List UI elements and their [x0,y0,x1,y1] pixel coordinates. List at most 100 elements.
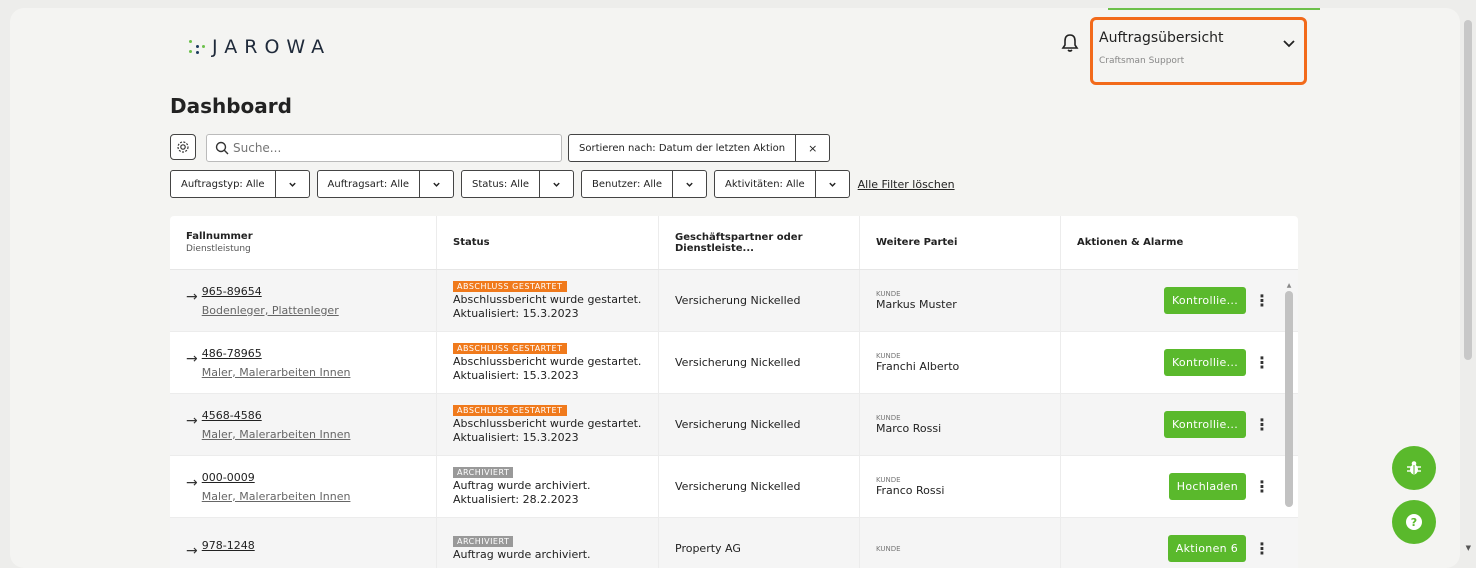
status-badge: ABSCHLUSS GESTARTET [453,342,567,354]
status-badge: ABSCHLUSS GESTARTET [453,404,567,416]
table-row[interactable]: → 486-78965 Maler, Malerarbeiten Innen A… [170,332,1298,394]
case-number-link[interactable]: 965-89654 [202,285,339,298]
partner-cell: Versicherung Nickelled [659,270,860,331]
app-window: JAROWA Auftragsübersicht Craftsman Suppo… [10,8,1460,568]
partner-cell: Versicherung Nickelled [659,332,860,393]
search-input[interactable] [233,141,533,155]
party-cell: KUNDE Franco Rossi [860,456,1061,517]
service-link[interactable]: Bodenleger, Plattenleger [202,304,339,317]
party-cell: KUNDE Marco Rossi [860,394,1061,455]
scroll-down-icon[interactable]: ▼ [1466,544,1471,552]
kebab-icon[interactable]: ⋮ [1254,477,1270,496]
action-button[interactable]: Aktionen 6 [1167,535,1246,562]
jarowa-logo[interactable]: JAROWA [188,36,331,58]
filter-label: Auftragstyp: Alle [181,178,265,190]
service-link[interactable]: Maler, Malerarbeiten Innen [202,366,351,379]
search-icon [215,141,229,155]
table-scrollbar[interactable]: ▲ [1284,282,1294,568]
table-row[interactable]: → 965-89654 Bodenleger, Plattenleger ABS… [170,270,1298,332]
header-actions-label: Aktionen & Alarme [1077,237,1184,248]
actions-cell: Kontrollie... ⋮ [1061,270,1298,331]
scroll-up-icon[interactable]: ▲ [1284,282,1294,289]
window-scroll-thumb[interactable] [1464,20,1472,360]
case-number-link[interactable]: 000-0009 [202,471,351,484]
page-title: Dashboard [170,94,292,118]
bug-icon [1407,461,1421,475]
case-cell: → 000-0009 Maler, Malerarbeiten Innen [170,456,437,517]
action-button[interactable]: Kontrollie... [1163,287,1246,314]
party-cell: KUNDE Markus Muster [860,270,1061,331]
status-cell: ARCHIVIERT Auftrag wurde archiviert. Akt… [437,456,659,517]
filter-label: Aktivitäten: Alle [725,178,805,190]
chevron-down-icon[interactable] [419,171,453,197]
party-label: KUNDE [876,476,901,484]
status-updated: Aktualisiert: 15.3.2023 [453,368,579,382]
table-row[interactable]: → 4568-4586 Maler, Malerarbeiten Innen A… [170,394,1298,456]
status-updated: Aktualisiert: 28.2.2023 [453,492,579,506]
party-name: Franco Rossi [876,484,945,497]
action-button[interactable]: Hochladen [1168,473,1246,500]
actions-cell: Hochladen ⋮ [1061,456,1298,517]
column-header-party[interactable]: Weitere Partei [860,216,1061,269]
settings-button[interactable] [170,134,196,160]
bug-report-button[interactable] [1392,446,1436,490]
table-row[interactable]: → 000-0009 Maler, Malerarbeiten Innen AR… [170,456,1298,518]
chevron-down-icon[interactable] [672,171,706,197]
case-number-link[interactable]: 486-78965 [202,347,351,360]
chevron-down-icon[interactable] [814,171,849,197]
party-label: KUNDE [876,290,901,298]
action-button[interactable]: Kontrollie... [1163,411,1246,438]
search-field[interactable] [206,134,562,162]
filter-status[interactable]: Status: Alle [461,170,574,198]
bell-icon[interactable] [1060,32,1080,54]
case-number-link[interactable]: 4568-4586 [202,409,351,422]
kebab-icon[interactable]: ⋮ [1254,415,1270,434]
header-status-label: Status [453,237,490,248]
kebab-icon[interactable]: ⋮ [1254,539,1270,558]
actions-cell: Kontrollie... ⋮ [1061,332,1298,393]
account-subtitle: Craftsman Support [1099,56,1185,66]
party-name: Markus Muster [876,298,957,311]
column-header-status[interactable]: Status [437,216,659,269]
arrow-right-icon: → [186,288,198,305]
filter-auftragsart[interactable]: Auftragsart: Alle [316,170,455,198]
party-cell: KUNDE [860,518,1061,568]
filter-label: Benutzer: Alle [592,178,663,190]
chevron-down-icon[interactable] [539,171,573,197]
filter-auftragstyp[interactable]: Auftragstyp: Alle [170,170,310,198]
chevron-down-icon [1283,40,1295,48]
scroll-thumb[interactable] [1285,291,1293,507]
status-cell: ABSCHLUSS GESTARTET Abschlussbericht wur… [437,332,659,393]
filter-aktivitaeten[interactable]: Aktivitäten: Alle [714,170,850,198]
service-link[interactable]: Maler, Malerarbeiten Innen [202,490,351,503]
partner-cell: Versicherung Nickelled [659,456,860,517]
party-name: Marco Rossi [876,422,942,435]
sort-clear-button[interactable]: × [795,135,829,161]
help-button[interactable]: ? [1392,500,1436,544]
action-button[interactable]: Kontrollie... [1163,349,1246,376]
arrow-right-icon: → [186,350,198,367]
kebab-icon[interactable]: ⋮ [1254,291,1270,310]
case-cell: → 4568-4586 Maler, Malerarbeiten Innen [170,394,437,455]
column-header-case[interactable]: Fallnummer Dienstleistung [170,216,437,269]
sort-label[interactable]: Sortieren nach: Datum der letzten Aktion [569,135,795,161]
case-cell: → 978-1248 [170,518,437,568]
chevron-down-icon[interactable] [274,171,309,197]
table-row[interactable]: → 978-1248 ARCHIVIERT Auftrag wurde arch… [170,518,1298,568]
orders-table: Fallnummer Dienstleistung Status Geschäf… [170,216,1298,568]
column-header-partner[interactable]: Geschäftspartner oder Dienstleiste... [659,216,860,269]
filter-label: Status: Alle [472,178,529,190]
filter-benutzer[interactable]: Benutzer: Alle [581,170,708,198]
clear-filters-link[interactable]: Alle Filter löschen [858,178,955,191]
case-number-link[interactable]: 978-1248 [202,539,255,552]
account-switcher[interactable]: Auftragsübersicht Craftsman Support [1090,17,1307,85]
window-scrollbar[interactable]: ▼ [1460,0,1476,554]
kebab-icon[interactable]: ⋮ [1254,353,1270,372]
header-case-label: Fallnummer [186,231,253,242]
service-link[interactable]: Maler, Malerarbeiten Innen [202,428,351,441]
status-text: Auftrag wurde archiviert. [453,478,591,492]
column-header-actions: Aktionen & Alarme [1061,216,1298,269]
status-badge: ABSCHLUSS GESTARTET [453,280,567,292]
sort-control[interactable]: Sortieren nach: Datum der letzten Aktion… [568,134,831,162]
status-badge: ARCHIVIERT [453,535,514,547]
